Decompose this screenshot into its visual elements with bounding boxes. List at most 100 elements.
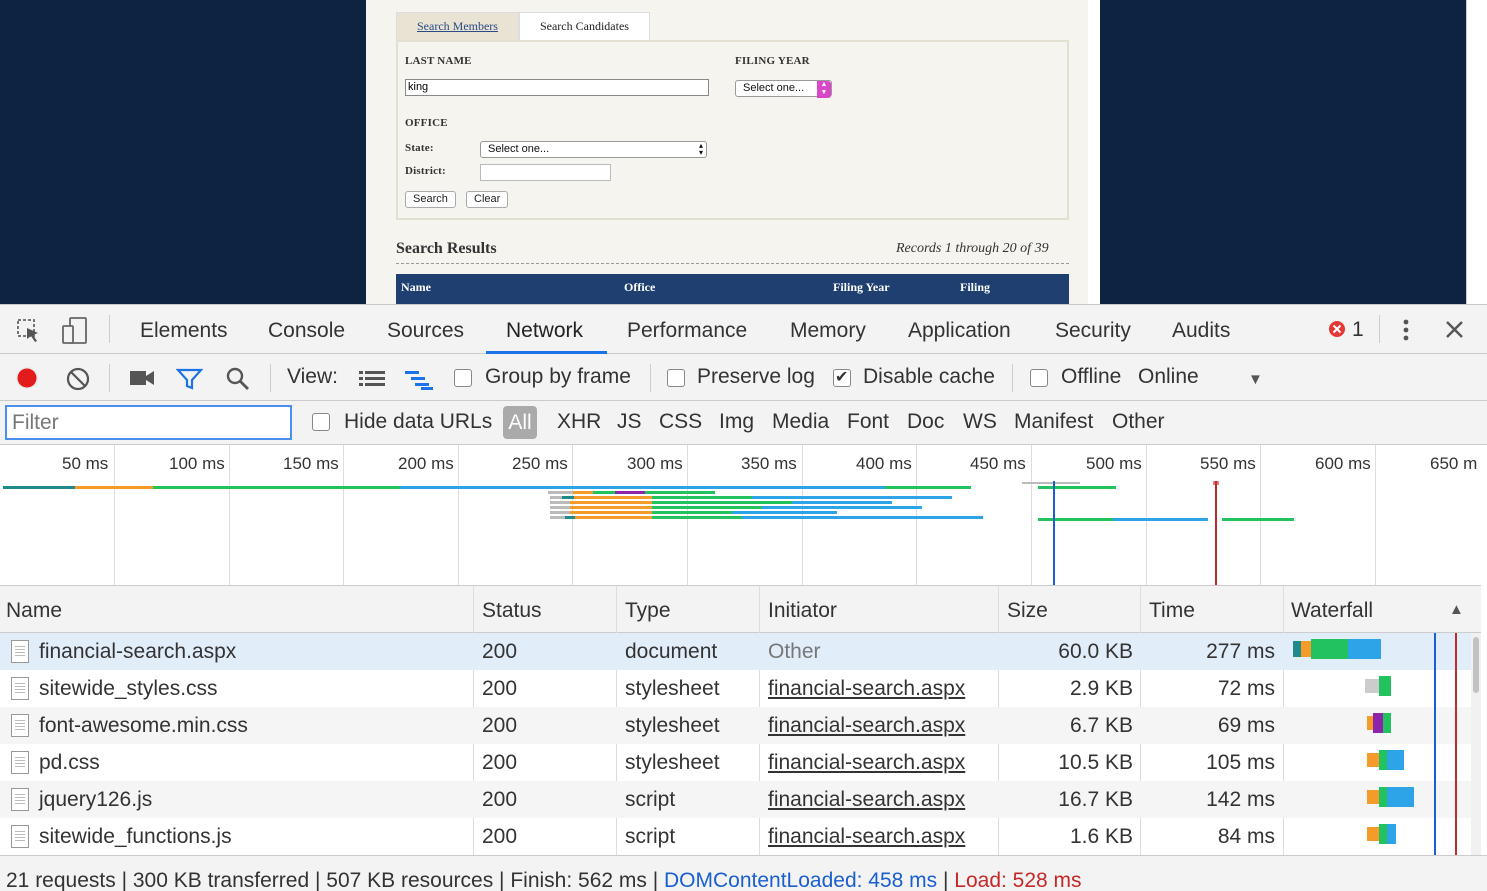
tab-security[interactable]: Security	[1055, 319, 1131, 343]
col-status[interactable]: Status	[482, 599, 542, 623]
network-overview[interactable]: 50 ms 100 ms 150 ms 200 ms 250 ms 300 ms…	[0, 445, 1481, 586]
results-col-office[interactable]: Office	[624, 280, 655, 295]
filter-icon[interactable]	[175, 368, 204, 395]
scroll-thumb[interactable]	[1473, 637, 1479, 693]
overview-icon[interactable]	[405, 370, 435, 395]
table-row[interactable]: sitewide_styles.css 200 stylesheet finan…	[0, 670, 1471, 707]
request-name[interactable]: financial-search.aspx	[39, 640, 236, 664]
preserve-log-label[interactable]: Preserve log	[697, 365, 815, 389]
type-filter-all[interactable]: All	[503, 406, 537, 439]
tab-console[interactable]: Console	[268, 319, 345, 343]
type-filter-manifest[interactable]: Manifest	[1014, 410, 1093, 434]
throttling-select[interactable]: Online	[1138, 365, 1199, 389]
tab-elements[interactable]: Elements	[140, 319, 228, 343]
tab-search-candidates[interactable]: Search Candidates	[518, 12, 650, 41]
results-col-filing[interactable]: Filing	[960, 280, 990, 295]
table-row[interactable]: sitewide_functions.js 200 script financi…	[0, 818, 1471, 855]
separator	[1012, 364, 1013, 392]
table-row[interactable]: jquery126.js 200 script financial-search…	[0, 781, 1471, 818]
group-by-frame-label[interactable]: Group by frame	[485, 365, 631, 389]
more-options-icon[interactable]	[1402, 318, 1410, 347]
status-transferred: 300 KB transferred	[132, 869, 310, 891]
tab-network[interactable]: Network	[506, 319, 583, 343]
type-filter-other[interactable]: Other	[1112, 410, 1165, 434]
record-icon[interactable]	[15, 366, 39, 395]
request-initiator[interactable]: financial-search.aspx	[768, 677, 965, 701]
table-row[interactable]: financial-search.aspx 200 document Other…	[0, 633, 1471, 670]
col-type[interactable]: Type	[625, 599, 671, 623]
preserve-log-checkbox[interactable]	[667, 369, 685, 387]
hide-data-urls-checkbox[interactable]	[312, 413, 330, 431]
state-select[interactable]: Select one... ▴ ▾	[480, 141, 707, 158]
tab-sources[interactable]: Sources	[387, 319, 464, 343]
request-initiator[interactable]: financial-search.aspx	[768, 714, 965, 738]
search-icon[interactable]	[226, 367, 250, 396]
request-name[interactable]: font-awesome.min.css	[39, 714, 248, 738]
type-filter-css[interactable]: CSS	[659, 410, 702, 434]
type-filter-ws[interactable]: WS	[963, 410, 997, 434]
type-filter-media[interactable]: Media	[772, 410, 829, 434]
table-row[interactable]: pd.css 200 stylesheet financial-search.a…	[0, 744, 1471, 781]
request-initiator[interactable]: financial-search.aspx	[768, 751, 965, 775]
disable-cache-checkbox[interactable]	[833, 367, 851, 387]
request-name[interactable]: sitewide_functions.js	[39, 825, 232, 849]
table-row[interactable]: font-awesome.min.css 200 stylesheet fina…	[0, 707, 1471, 744]
type-filter-doc[interactable]: Doc	[907, 410, 944, 434]
tab-audits[interactable]: Audits	[1172, 319, 1230, 343]
col-waterfall[interactable]: Waterfall	[1291, 599, 1373, 623]
filing-year-select[interactable]: Select one... ▲ ▼	[735, 80, 832, 98]
status-requests: 21 requests	[6, 869, 116, 891]
request-initiator[interactable]: financial-search.aspx	[768, 788, 965, 812]
type-filter-js[interactable]: JS	[617, 410, 642, 434]
request-initiator[interactable]: financial-search.aspx	[768, 825, 965, 849]
request-type: script	[625, 825, 676, 848]
waterfall-bar	[1301, 641, 1311, 657]
offline-checkbox[interactable]	[1030, 369, 1048, 387]
type-filter-xhr[interactable]: XHR	[557, 410, 601, 434]
request-name[interactable]: jquery126.js	[39, 788, 152, 812]
filter-input[interactable]	[5, 405, 292, 440]
page-scrollbar[interactable]	[1466, 0, 1487, 304]
dom-content-loaded-line	[1434, 633, 1436, 855]
request-name[interactable]: sitewide_styles.css	[39, 677, 218, 701]
hide-data-urls-label[interactable]: Hide data URLs	[344, 410, 492, 434]
tab-application[interactable]: Application	[908, 319, 1011, 343]
group-by-frame-checkbox[interactable]	[454, 369, 472, 387]
waterfall-bar	[1293, 641, 1301, 657]
type-filter-font[interactable]: Font	[847, 410, 889, 434]
large-rows-icon[interactable]	[359, 370, 385, 393]
col-time[interactable]: Time	[1149, 599, 1195, 623]
status-load: Load: 528 ms	[954, 869, 1082, 891]
request-time: 69 ms	[1217, 714, 1275, 737]
tab-performance[interactable]: Performance	[627, 319, 747, 343]
error-count[interactable]: 1	[1352, 318, 1364, 342]
last-name-input[interactable]: king	[405, 79, 709, 96]
clear-icon[interactable]	[66, 367, 90, 396]
col-size[interactable]: Size	[1007, 599, 1048, 623]
offline-label[interactable]: Offline	[1061, 365, 1121, 389]
waterfall-bar	[1379, 750, 1387, 770]
close-icon[interactable]	[1445, 320, 1464, 344]
clear-button[interactable]: Clear	[466, 191, 509, 208]
col-initiator[interactable]: Initiator	[768, 599, 837, 623]
tab-search-members[interactable]: Search Members	[396, 12, 519, 41]
table-scrollbar[interactable]	[1471, 633, 1481, 855]
request-status: 200	[482, 677, 518, 700]
results-col-name[interactable]: Name	[401, 280, 431, 295]
screenshots-icon[interactable]	[129, 370, 155, 391]
search-button[interactable]: Search	[405, 191, 456, 208]
request-name[interactable]: pd.css	[39, 751, 100, 775]
inspect-element-icon[interactable]	[16, 318, 42, 349]
chevron-down-icon[interactable]: ▼	[1248, 371, 1263, 388]
col-name[interactable]: Name	[6, 599, 62, 623]
request-time: 84 ms	[1217, 825, 1275, 848]
district-input[interactable]	[480, 164, 611, 181]
results-col-filing-year[interactable]: Filing Year	[833, 280, 890, 295]
request-type: document	[625, 640, 718, 663]
device-toolbar-icon[interactable]	[61, 316, 89, 351]
sort-ascending-icon[interactable]: ▲	[1449, 601, 1464, 618]
error-icon[interactable]	[1328, 320, 1346, 343]
type-filter-img[interactable]: Img	[719, 410, 754, 434]
disable-cache-label[interactable]: Disable cache	[863, 365, 995, 389]
tab-memory[interactable]: Memory	[790, 319, 866, 343]
